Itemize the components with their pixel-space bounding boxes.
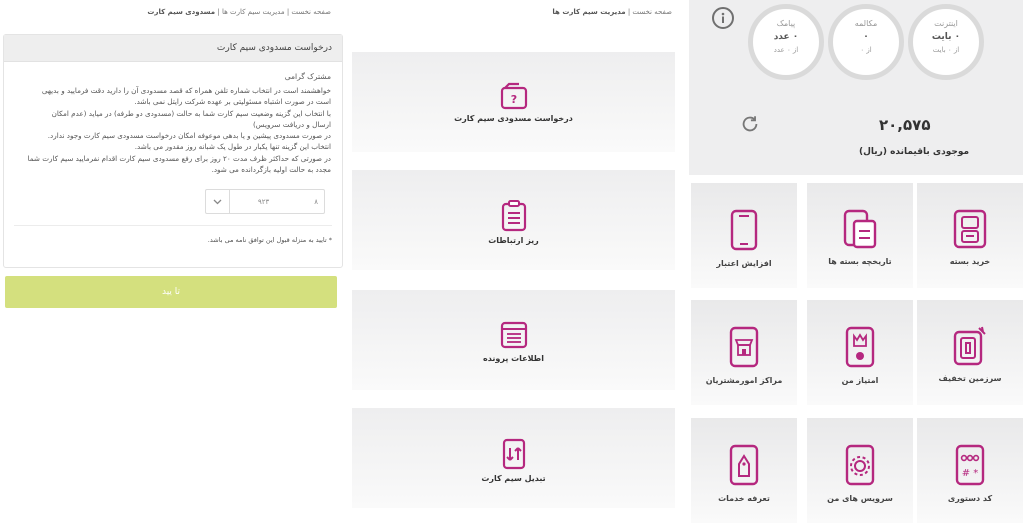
dashboard-panel: اینترنت ۰ بایت از ۰ بایت مکالمه ۰ از ۰ پ… xyxy=(682,0,1024,523)
chevron-down-icon[interactable] xyxy=(206,190,230,213)
ussd-code-icon: * # xyxy=(955,444,985,486)
gauge-internet: اینترنت ۰ بایت از ۰ بایت xyxy=(908,4,984,80)
phone-number-select[interactable]: ۹۲۳ ۸ xyxy=(205,189,325,214)
tile-call-details[interactable]: ریز ارتباطات xyxy=(352,170,675,270)
service-tile-ussd-code[interactable]: * # کد دستوری xyxy=(917,418,1023,523)
service-tariff-icon xyxy=(729,444,759,486)
service-tile-my-services[interactable]: سرویس های من xyxy=(807,418,913,523)
tile-sim-convert[interactable]: تبدیل سیم کارت xyxy=(352,408,675,508)
tile-label: سرویس های من xyxy=(827,494,893,503)
terms-line: است در صورت اشتباه مسئولیتی بر عهده شرکت… xyxy=(134,97,331,107)
terms-line: ارسال و دریافت سرویس) xyxy=(252,119,331,129)
call-details-icon xyxy=(501,200,526,232)
my-services-icon xyxy=(845,444,875,486)
svg-text:* #: * # xyxy=(962,468,979,479)
confirm-button[interactable]: تا یید xyxy=(5,276,337,308)
service-tile-discount-land[interactable]: سرزمین تخفیف xyxy=(917,300,1023,405)
top-up-icon xyxy=(730,209,758,251)
tile-label: سرزمین تخفیف xyxy=(938,374,1002,383)
breadcrumb-separator: | xyxy=(286,8,290,16)
service-tile-package-history[interactable]: تاریخچه بسته ها xyxy=(807,183,913,288)
tile-label: درخواست مسدودی سیم کارت xyxy=(454,114,573,123)
tile-label: مراکز امورمشتریان xyxy=(705,376,783,385)
gauge-value: ۰ xyxy=(863,32,869,42)
service-tile-top-up[interactable]: افزایش اعتبار xyxy=(691,183,797,288)
tile-label: خرید بسته xyxy=(949,257,991,266)
gauge-sub: از ۰ عدد xyxy=(773,46,799,54)
service-tile-customer-centers[interactable]: مراکز امورمشتریان xyxy=(691,300,797,405)
usage-area: اینترنت ۰ بایت از ۰ بایت مکالمه ۰ از ۰ پ… xyxy=(689,0,1023,175)
gauge-title: مکالمه xyxy=(854,19,878,28)
service-tile-service-tariff[interactable]: تعرفه خدمات xyxy=(691,418,797,523)
gauge-title: اینترنت xyxy=(934,19,958,28)
sim-block-request-icon: ? xyxy=(500,82,527,110)
sim-management-panel: صفحه نخست | مدیریت سیم کارت ها ? درخواست… xyxy=(347,0,682,523)
phone-suffix: ۸ xyxy=(314,197,318,206)
phone-number-value: ۹۲۳ ۸ xyxy=(230,190,324,213)
breadcrumb-parent[interactable]: مدیریت سیم کارت ها xyxy=(222,8,285,16)
breadcrumb: صفحه نخست | مدیریت سیم کارت ها xyxy=(552,8,672,16)
tile-file-info[interactable]: اطلاعات پرونده xyxy=(352,290,675,390)
block-request-form: درخواست مسدودی سیم کارت مشترک گرامی خواه… xyxy=(3,34,343,268)
gauge-call: مکالمه ۰ از ۰ xyxy=(828,4,904,80)
form-title: درخواست مسدودی سیم کارت xyxy=(4,35,342,62)
divider xyxy=(14,225,332,226)
tile-label: ریز ارتباطات xyxy=(488,236,539,245)
phone-prefix: ۹۲۳ xyxy=(258,197,270,206)
balance-label: موجودی باقیمانده (ریال) xyxy=(859,147,970,157)
tile-label: کد دستوری xyxy=(947,494,993,503)
tile-label: اطلاعات پرونده xyxy=(483,354,544,363)
customer-centers-icon xyxy=(729,326,759,368)
tile-label: تاریخچه بسته ها xyxy=(828,257,892,266)
gauge-sms: پیامک ۰ عدد از ۰ عدد xyxy=(748,4,824,80)
sim-block-form-panel: صفحه نخست | مدیریت سیم کارت ها | مسدودی … xyxy=(0,0,347,523)
tile-sim-block-request[interactable]: ? درخواست مسدودی سیم کارت xyxy=(352,52,675,152)
terms-line: مجدد به حالت اولیه بازگردانده می شود. xyxy=(211,165,331,175)
terms-line: در صورت مسدودی پیشین و یا بدهی موعوفه ام… xyxy=(47,131,331,141)
gauge-title: پیامک xyxy=(776,19,796,28)
breadcrumb: صفحه نخست | مدیریت سیم کارت ها | مسدودی … xyxy=(147,8,331,16)
tile-label: تعرفه خدمات xyxy=(718,494,770,503)
service-tile-my-points[interactable]: امتیاز من xyxy=(807,300,913,405)
breadcrumb-home[interactable]: صفحه نخست xyxy=(632,8,672,16)
form-greeting: مشترک گرامی xyxy=(284,72,331,81)
terms-line: خواهشمند است در انتخاب شماره تلفن همراه … xyxy=(41,86,331,95)
gauge-sub: از ۰ xyxy=(860,46,872,54)
breadcrumb-separator: | xyxy=(627,8,631,16)
breadcrumb-separator: | xyxy=(217,8,220,16)
terms-line: با انتخاب این گزینه وضعیت سیم کارت شما ب… xyxy=(51,108,331,118)
tile-label: تبدیل سیم کارت xyxy=(481,474,546,483)
tile-label: افزایش اعتبار xyxy=(716,259,772,268)
terms-line: در صورتی که حداکثر ظرف مدت ۲۰ روز برای ر… xyxy=(27,153,331,163)
info-icon[interactable] xyxy=(712,7,734,29)
refresh-icon[interactable] xyxy=(739,113,761,135)
tile-label: امتیاز من xyxy=(841,376,879,385)
gauge-sub: از ۰ بایت xyxy=(932,46,960,54)
breadcrumb-current: مسدودی سیم کارت xyxy=(147,8,216,16)
accept-note: * تایید به منزله قبول این توافق نامه می … xyxy=(207,236,332,244)
gauge-value: ۰ عدد xyxy=(773,32,799,42)
buy-package-icon xyxy=(953,209,987,249)
sim-convert-icon xyxy=(502,438,525,470)
service-tile-buy-package[interactable]: خرید بسته xyxy=(917,183,1023,288)
package-history-icon xyxy=(843,209,877,249)
my-points-icon xyxy=(845,326,875,368)
terms-line: انتخاب این گزینه تنها یکبار در طول یک شب… xyxy=(134,142,331,152)
file-info-icon xyxy=(500,321,527,349)
balance-amount: ۲۰,۵۷۵ xyxy=(879,116,931,134)
discount-land-icon xyxy=(953,326,986,366)
breadcrumb-home[interactable]: صفحه نخست xyxy=(291,8,331,16)
gauge-value: ۰ بایت xyxy=(931,32,961,42)
form-terms: خواهشمند است در انتخاب شماره تلفن همراه … xyxy=(12,85,331,175)
breadcrumb-current: مدیریت سیم کارت ها xyxy=(552,8,626,16)
svg-text:?: ? xyxy=(510,93,516,106)
